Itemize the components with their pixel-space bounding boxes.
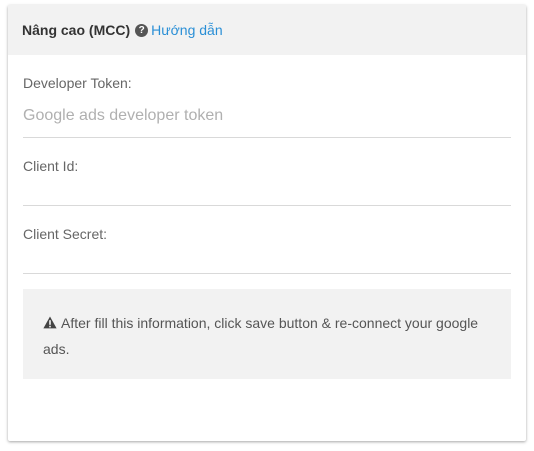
advanced-mcc-card: Nâng cao (MCC) ? Hướng dẫn Developer Tok… [8, 5, 526, 441]
card-header: Nâng cao (MCC) ? Hướng dẫn [8, 5, 526, 55]
client-secret-label: Client Secret: [23, 226, 108, 242]
client-secret-field: Client Secret: [23, 206, 511, 274]
developer-token-field: Developer Token: [23, 75, 511, 138]
card-body: Developer Token: Client Id: Client Secre… [8, 75, 526, 379]
card-title: Nâng cao (MCC) [22, 22, 131, 38]
notice-text: After fill this information, click save … [43, 315, 479, 357]
info-notice: After fill this information, click save … [23, 289, 511, 379]
client-id-label: Client Id: [23, 158, 79, 174]
help-link[interactable]: Hướng dẫn [151, 22, 222, 38]
client-id-input[interactable] [23, 184, 511, 206]
warning-icon [43, 312, 57, 337]
client-secret-input[interactable] [23, 252, 511, 274]
developer-token-input[interactable] [23, 105, 511, 127]
developer-token-label: Developer Token: [23, 75, 132, 91]
client-id-field: Client Id: [23, 138, 511, 206]
question-circle-icon[interactable]: ? [135, 23, 149, 37]
